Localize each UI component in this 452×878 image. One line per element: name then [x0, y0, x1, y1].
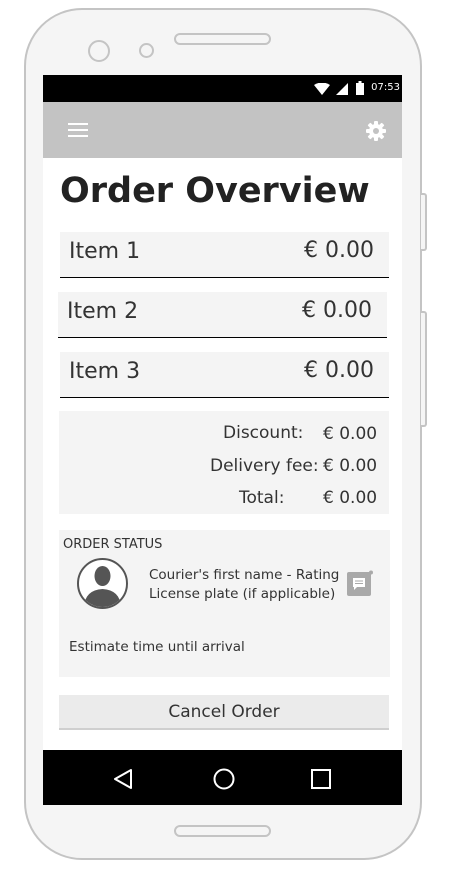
- courier-avatar: [77, 558, 128, 609]
- proximity-sensor: [139, 43, 154, 58]
- order-status-heading: ORDER STATUS: [63, 537, 163, 552]
- discount-value: € 0.00: [323, 424, 378, 444]
- home-circle-icon[interactable]: [213, 768, 235, 790]
- app-bar: [43, 102, 402, 158]
- item-price: € 0.00: [304, 238, 374, 263]
- total-value: € 0.00: [323, 488, 378, 508]
- volume-button: [421, 311, 427, 427]
- bottom-speaker: [174, 825, 271, 837]
- front-camera: [88, 40, 110, 62]
- order-status-card: ORDER STATUS Courier's first name - Rati…: [59, 530, 390, 677]
- courier-name-rating: Courier's first name - Rating: [149, 567, 340, 583]
- hamburger-menu-icon[interactable]: [68, 123, 88, 137]
- person-icon: [84, 566, 121, 607]
- item-price: € 0.00: [302, 298, 372, 323]
- page-title: Order Overview: [60, 171, 370, 211]
- status-time: 07:53: [371, 82, 400, 93]
- power-button: [421, 193, 427, 251]
- item-name: Item 1: [69, 239, 141, 264]
- earpiece-speaker: [174, 33, 271, 45]
- courier-license-plate: License plate (if applicable): [149, 586, 336, 602]
- item-name: Item 3: [69, 359, 141, 384]
- total-label: Total:: [239, 488, 285, 508]
- delivery-fee-label: Delivery fee:: [210, 456, 319, 476]
- gear-icon[interactable]: [366, 121, 386, 141]
- item-name: Item 2: [67, 299, 139, 324]
- recents-square-icon[interactable]: [311, 769, 331, 789]
- signal-icon: [336, 83, 348, 95]
- back-triangle-icon[interactable]: [113, 768, 133, 790]
- estimated-arrival-text: Estimate time until arrival: [69, 639, 245, 655]
- status-bar: 07:53: [43, 75, 402, 102]
- item-price: € 0.00: [304, 358, 374, 383]
- delivery-fee-value: € 0.00: [323, 456, 378, 476]
- chat-icon[interactable]: [346, 570, 373, 597]
- order-item-row: Item 2 € 0.00: [58, 292, 387, 338]
- screen: 07:53 Order Overview Item 1 € 0.00 Item …: [43, 75, 402, 805]
- order-item-row: Item 1 € 0.00: [60, 232, 389, 278]
- wifi-icon: [314, 83, 330, 95]
- order-item-row: Item 3 € 0.00: [60, 352, 389, 398]
- battery-icon: [356, 81, 364, 95]
- cancel-order-button[interactable]: Cancel Order: [59, 695, 389, 730]
- discount-label: Discount:: [223, 423, 304, 443]
- price-summary: Discount: € 0.00 Delivery fee: € 0.00 To…: [59, 411, 389, 514]
- navigation-bar: [43, 750, 402, 805]
